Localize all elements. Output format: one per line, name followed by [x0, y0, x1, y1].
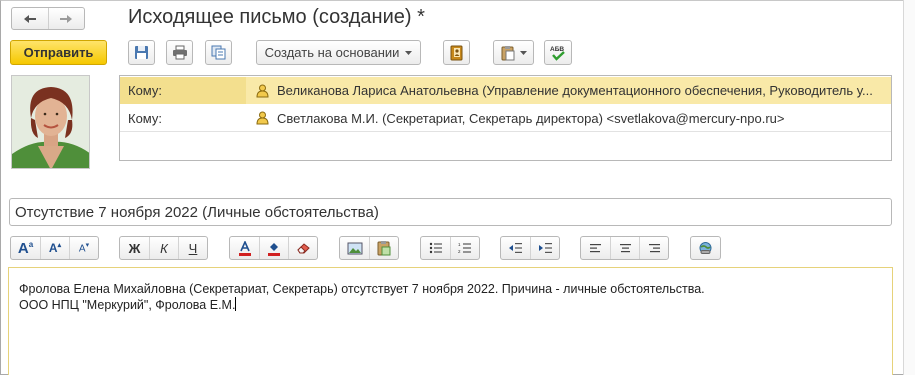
recipients-table: Кому: Великанова Лариса Анатольевна (Упр… — [119, 75, 892, 161]
address-book-icon — [450, 45, 463, 60]
recipient-name: Светлакова М.И. (Секретариат, Секретарь … — [277, 110, 785, 126]
align-center-button[interactable] — [610, 237, 639, 259]
body-line: Фролова Елена Михайловна (Секретариат, С… — [19, 282, 705, 296]
fill-color-icon — [268, 242, 280, 256]
clear-format-button[interactable] — [288, 237, 317, 259]
decrease-indent-button[interactable] — [501, 237, 530, 259]
copy-button[interactable] — [205, 40, 232, 65]
body-line-with-caret: ООО НПЦ "Меркурий", Фролова Е.М. — [19, 297, 892, 313]
message-body-editor[interactable]: Фролова Елена Михайловна (Секретариат, С… — [8, 267, 893, 375]
text-style-group: Ж К Ч — [119, 236, 208, 260]
align-right-button[interactable] — [639, 237, 668, 259]
background-color-button[interactable] — [259, 237, 288, 259]
body-line: ООО НПЦ "Меркурий", Фролова Е.М. — [19, 298, 236, 312]
recipient-value-cell: Великанова Лариса Анатольевна (Управлени… — [246, 83, 873, 98]
create-based-on-button[interactable]: Создать на основании — [256, 40, 421, 65]
align-left-button[interactable] — [581, 237, 610, 259]
svg-text:1: 1 — [458, 242, 461, 247]
color-group — [229, 236, 318, 260]
decrease-font-icon: A▾ — [78, 242, 90, 255]
create-based-on-label: Создать на основании — [264, 45, 400, 60]
align-left-icon — [590, 243, 601, 252]
align-right-icon — [648, 243, 660, 252]
decrease-font-button[interactable]: A▾ — [69, 237, 98, 259]
recipient-label: Кому: — [120, 77, 246, 104]
spellcheck-icon: АБВ — [550, 46, 565, 61]
paste-special-button[interactable] — [369, 237, 398, 259]
scrollbar[interactable] — [903, 0, 915, 375]
text-caret — [235, 297, 237, 311]
align-center-icon — [619, 243, 631, 252]
font-settings-button[interactable]: Aa — [11, 237, 40, 259]
indent-group — [500, 236, 560, 260]
bold-label: Ж — [128, 240, 141, 256]
numbered-list-icon: 1 2 — [458, 242, 471, 254]
navigation-buttons — [11, 7, 85, 30]
send-button[interactable]: Отправить — [10, 40, 107, 65]
address-book-button[interactable] — [443, 40, 470, 65]
chevron-down-icon — [519, 50, 527, 55]
recipient-value-cell: Светлакова М.И. (Секретариат, Секретарь … — [246, 111, 784, 126]
insert-image-button[interactable] — [340, 237, 369, 259]
forward-button[interactable] — [47, 8, 84, 29]
italic-label: К — [160, 240, 168, 256]
increase-indent-button[interactable] — [530, 237, 559, 259]
image-icon — [347, 242, 362, 254]
globe-link-icon — [699, 241, 712, 254]
alignment-group — [580, 236, 669, 260]
insert-group — [339, 236, 399, 260]
arrow-right-icon — [60, 14, 73, 23]
svg-text:АБВ: АБВ — [550, 46, 564, 53]
indent-icon — [538, 243, 552, 253]
underline-label: Ч — [188, 240, 198, 256]
text-color-icon — [238, 240, 251, 256]
person-icon — [256, 111, 269, 125]
spellcheck-button[interactable]: АБВ — [544, 40, 572, 65]
paste-menu-button[interactable] — [493, 40, 534, 65]
svg-text:2: 2 — [458, 249, 461, 254]
save-button[interactable] — [128, 40, 155, 65]
copy-document-icon — [211, 45, 226, 60]
sender-photo — [11, 75, 90, 169]
arrow-left-icon — [23, 14, 36, 23]
hyperlink-group — [690, 236, 721, 260]
bulleted-list-icon — [429, 242, 442, 254]
numbered-list-button[interactable]: 1 2 — [450, 237, 479, 259]
eraser-icon — [296, 243, 310, 254]
floppy-disk-icon — [135, 46, 148, 59]
bulleted-list-button[interactable] — [421, 237, 450, 259]
clipboard-icon — [501, 45, 514, 60]
text-color-button[interactable] — [230, 237, 259, 259]
person-icon — [256, 84, 269, 97]
font-settings-icon: Aa — [17, 239, 34, 257]
outdent-icon — [509, 243, 522, 253]
recipient-row[interactable]: Кому: Великанова Лариса Анатольевна (Упр… — [120, 77, 891, 104]
list-group: 1 2 — [420, 236, 480, 260]
increase-font-button[interactable]: A▴ — [40, 237, 69, 259]
font-size-group: Aa A▴ A▾ — [10, 236, 99, 260]
window-title: Исходящее письмо (создание) * — [128, 6, 425, 28]
insert-link-button[interactable] — [691, 237, 720, 259]
increase-font-icon: A▴ — [48, 241, 62, 255]
recipient-label: Кому: — [128, 110, 162, 126]
chevron-down-icon — [405, 50, 413, 55]
paste-icon — [377, 241, 391, 256]
back-button[interactable] — [12, 8, 48, 29]
italic-button[interactable]: К — [149, 237, 178, 259]
recipient-row[interactable]: Кому: Светлакова М.И. (Секретариат, Секр… — [120, 105, 891, 132]
print-button[interactable] — [166, 40, 193, 65]
bold-button[interactable]: Ж — [120, 237, 149, 259]
underline-button[interactable]: Ч — [178, 237, 207, 259]
subject-field[interactable]: Отсутствие 7 ноября 2022 (Личные обстоят… — [9, 198, 892, 226]
printer-icon — [172, 45, 187, 60]
recipient-name: Великанова Лариса Анатольевна (Управлени… — [277, 83, 873, 98]
avatar — [12, 76, 89, 168]
